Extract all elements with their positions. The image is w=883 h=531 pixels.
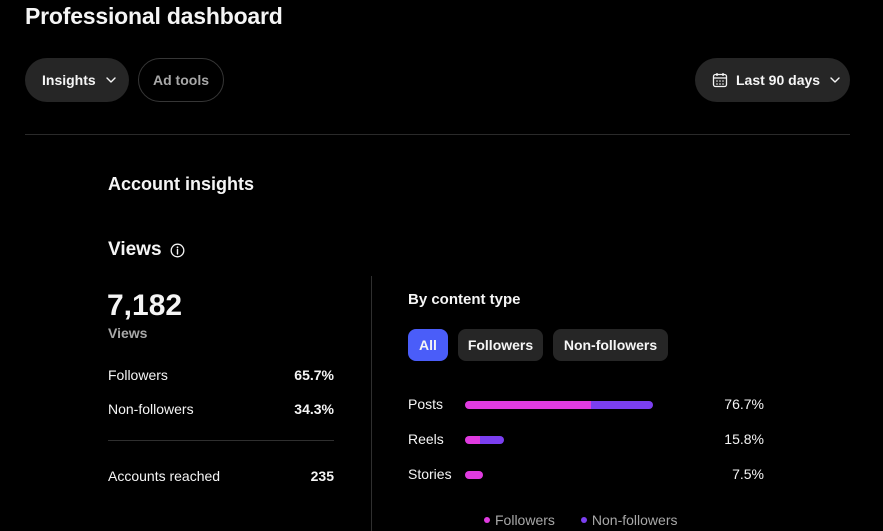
filter-tab-all[interactable]: All	[408, 329, 448, 361]
bar-segment-followers	[465, 471, 484, 479]
content-type-value: 15.8%	[724, 431, 764, 447]
legend-dot	[580, 517, 587, 523]
filter-tab-followers[interactable]: Followers	[458, 329, 543, 361]
page-title: Professional dashboard	[25, 3, 283, 29]
views-total: 7,182	[107, 289, 183, 322]
views-total-label: Views	[108, 325, 148, 341]
stat-row-non-followers: Non-followers 34.3%	[108, 401, 334, 417]
legend-item-non-followers: Non-followers	[580, 512, 678, 528]
stat-row-followers: Followers 65.7%	[108, 367, 334, 383]
chevron-down-icon	[829, 74, 841, 86]
content-type-bar	[465, 436, 504, 444]
legend-item-followers: Followers	[484, 512, 555, 528]
content-type-row-posts: Posts 76.7%	[408, 396, 764, 414]
stat-label: Followers	[108, 367, 168, 383]
content-type-label: Reels	[408, 431, 444, 447]
professional-dashboard: Professional dashboard Insights Ad tools…	[0, 0, 883, 531]
content-type-bar	[465, 471, 484, 479]
info-icon[interactable]	[170, 243, 185, 258]
views-heading-label: Views	[108, 239, 162, 260]
bar-segment-followers	[465, 436, 480, 444]
account-insights-title: Account insights	[108, 174, 255, 194]
legend-label: Followers	[495, 512, 555, 528]
stat-row-accounts-reached[interactable]: Accounts reached 235	[108, 468, 334, 484]
date-range-label: Last 90 days	[736, 72, 821, 88]
calendar-icon	[712, 72, 728, 88]
stat-value: 34.3%	[294, 401, 334, 417]
stat-value: 235	[310, 468, 334, 484]
stat-label: Accounts reached	[108, 468, 221, 484]
content-type-label: Stories	[408, 466, 452, 482]
content-type-row-reels: Reels 15.8%	[408, 431, 764, 449]
column-divider	[371, 276, 372, 531]
views-heading: Views	[108, 239, 185, 261]
content-type-legend: Followers Non-followers	[484, 512, 704, 528]
content-type-label: Posts	[408, 396, 444, 412]
chevron-down-icon	[105, 74, 117, 86]
content-type-row-stories: Stories 7.5%	[408, 466, 764, 484]
stat-label: Non-followers	[108, 401, 194, 417]
ad-tools-button[interactable]: Ad tools	[138, 58, 224, 102]
content-type-value: 7.5%	[732, 466, 764, 482]
insights-label: Insights	[42, 72, 96, 88]
stats-divider	[108, 440, 334, 441]
header-divider	[25, 134, 850, 135]
content-type-bar	[465, 401, 653, 409]
content-type-value: 76.7%	[724, 396, 764, 412]
filter-tab-non-followers[interactable]: Non-followers	[553, 329, 668, 361]
bar-segment-followers	[465, 401, 591, 409]
bar-segment-non-followers	[590, 401, 653, 409]
stat-value: 65.7%	[294, 367, 334, 383]
legend-dot	[484, 517, 490, 523]
date-range-dropdown-button[interactable]: Last 90 days	[695, 58, 850, 102]
legend-label: Non-followers	[591, 512, 678, 528]
bar-segment-non-followers	[479, 436, 504, 444]
ad-tools-label: Ad tools	[153, 72, 209, 88]
by-content-type-title: By content type	[408, 291, 521, 308]
insights-dropdown-button[interactable]: Insights	[25, 58, 129, 102]
